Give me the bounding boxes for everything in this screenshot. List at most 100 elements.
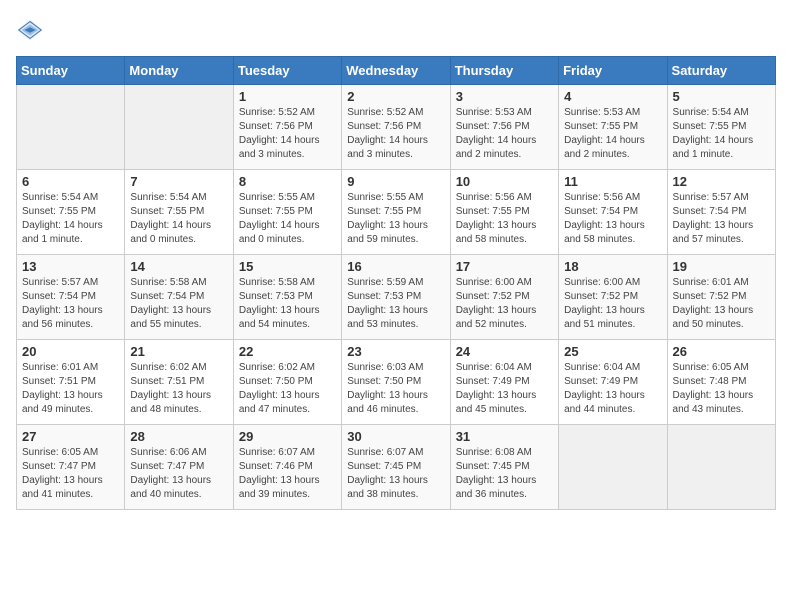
calendar-cell: 18 Sunrise: 6:00 AM Sunset: 7:52 PM Dayli… xyxy=(559,255,667,340)
calendar-cell: 10Sunrise: 5:56 AM Sunset: 7:55 PM Dayli… xyxy=(450,170,558,255)
weekday-header-monday: Monday xyxy=(125,57,233,85)
calendar-cell xyxy=(667,425,775,510)
weekday-header-friday: Friday xyxy=(559,57,667,85)
day-info: Sunrise: 6:05 AM Sunset: 7:48 PM Dayligh… xyxy=(673,361,770,417)
day-info: Sunrise: 6:06 AM Sunset: 7:47 PM Dayligh… xyxy=(130,446,227,502)
day-number: 30 xyxy=(347,429,444,444)
calendar-cell: 12Sunrise: 5:57 AM Sunset: 7:54 PM Dayli… xyxy=(667,170,775,255)
calendar-cell: 11 Sunrise: 5:56 AM Sunset: 7:54 PM Dayli… xyxy=(559,170,667,255)
calendar-cell: 22 Sunrise: 6:02 AM Sunset: 7:50 PM Dayli… xyxy=(233,340,341,425)
calendar-cell: 4 Sunrise: 5:53 AM Sunset: 7:55 PM Daylig… xyxy=(559,85,667,170)
day-number: 19 xyxy=(673,259,770,274)
weekday-row: SundayMondayTuesdayWednesdayThursdayFrid… xyxy=(17,57,776,85)
calendar-header: SundayMondayTuesdayWednesdayThursdayFrid… xyxy=(17,57,776,85)
calendar-cell: 20 Sunrise: 6:01 AM Sunset: 7:51 PM Dayli… xyxy=(17,340,125,425)
logo-icon xyxy=(16,16,44,44)
day-number: 20 xyxy=(22,344,119,359)
calendar-week-4: 20 Sunrise: 6:01 AM Sunset: 7:51 PM Dayli… xyxy=(17,340,776,425)
day-number: 25 xyxy=(564,344,661,359)
calendar-cell: 3 Sunrise: 5:53 AM Sunset: 7:56 PM Daylig… xyxy=(450,85,558,170)
calendar-cell: 17Sunrise: 6:00 AM Sunset: 7:52 PM Dayli… xyxy=(450,255,558,340)
calendar-cell: 7Sunrise: 5:54 AM Sunset: 7:55 PM Daylig… xyxy=(125,170,233,255)
day-info: Sunrise: 6:00 AM Sunset: 7:52 PM Dayligh… xyxy=(564,276,661,332)
logo xyxy=(16,16,48,44)
calendar-cell xyxy=(559,425,667,510)
day-info: Sunrise: 6:02 AM Sunset: 7:51 PM Dayligh… xyxy=(130,361,227,417)
calendar-cell: 5Sunrise: 5:54 AM Sunset: 7:55 PM Daylig… xyxy=(667,85,775,170)
calendar-week-3: 13Sunrise: 5:57 AM Sunset: 7:54 PM Dayli… xyxy=(17,255,776,340)
day-info: Sunrise: 5:54 AM Sunset: 7:55 PM Dayligh… xyxy=(22,191,119,247)
calendar-cell: 16Sunrise: 5:59 AM Sunset: 7:53 PM Dayli… xyxy=(342,255,450,340)
day-number: 21 xyxy=(130,344,227,359)
day-info: Sunrise: 6:04 AM Sunset: 7:49 PM Dayligh… xyxy=(456,361,553,417)
day-number: 4 xyxy=(564,89,661,104)
calendar-week-2: 6 Sunrise: 5:54 AM Sunset: 7:55 PM Daylig… xyxy=(17,170,776,255)
weekday-header-sunday: Sunday xyxy=(17,57,125,85)
day-info: Sunrise: 6:07 AM Sunset: 7:45 PM Dayligh… xyxy=(347,446,444,502)
day-info: Sunrise: 5:55 AM Sunset: 7:55 PM Dayligh… xyxy=(347,191,444,247)
calendar-cell: 23 Sunrise: 6:03 AM Sunset: 7:50 PM Dayli… xyxy=(342,340,450,425)
day-number: 31 xyxy=(456,429,553,444)
day-number: 28 xyxy=(130,429,227,444)
calendar-cell: 1 Sunrise: 5:52 AM Sunset: 7:56 PM Daylig… xyxy=(233,85,341,170)
calendar-cell: 13Sunrise: 5:57 AM Sunset: 7:54 PM Dayli… xyxy=(17,255,125,340)
calendar-cell: 15 Sunrise: 5:58 AM Sunset: 7:53 PM Dayli… xyxy=(233,255,341,340)
day-info: Sunrise: 5:58 AM Sunset: 7:53 PM Dayligh… xyxy=(239,276,336,332)
day-number: 6 xyxy=(22,174,119,189)
weekday-header-thursday: Thursday xyxy=(450,57,558,85)
calendar-cell: 6 Sunrise: 5:54 AM Sunset: 7:55 PM Daylig… xyxy=(17,170,125,255)
calendar-cell: 9 Sunrise: 5:55 AM Sunset: 7:55 PM Daylig… xyxy=(342,170,450,255)
calendar-cell: 2Sunrise: 5:52 AM Sunset: 7:56 PM Daylig… xyxy=(342,85,450,170)
day-number: 1 xyxy=(239,89,336,104)
day-number: 8 xyxy=(239,174,336,189)
day-number: 11 xyxy=(564,174,661,189)
day-info: Sunrise: 6:07 AM Sunset: 7:46 PM Dayligh… xyxy=(239,446,336,502)
day-number: 23 xyxy=(347,344,444,359)
day-number: 14 xyxy=(130,259,227,274)
day-info: Sunrise: 5:53 AM Sunset: 7:55 PM Dayligh… xyxy=(564,106,661,162)
day-info: Sunrise: 5:59 AM Sunset: 7:53 PM Dayligh… xyxy=(347,276,444,332)
calendar-cell: 31 Sunrise: 6:08 AM Sunset: 7:45 PM Dayli… xyxy=(450,425,558,510)
weekday-header-tuesday: Tuesday xyxy=(233,57,341,85)
calendar-cell: 28 Sunrise: 6:06 AM Sunset: 7:47 PM Dayli… xyxy=(125,425,233,510)
calendar-week-1: 1 Sunrise: 5:52 AM Sunset: 7:56 PM Daylig… xyxy=(17,85,776,170)
day-number: 18 xyxy=(564,259,661,274)
day-info: Sunrise: 6:00 AM Sunset: 7:52 PM Dayligh… xyxy=(456,276,553,332)
calendar-cell: 21 Sunrise: 6:02 AM Sunset: 7:51 PM Dayli… xyxy=(125,340,233,425)
day-info: Sunrise: 6:02 AM Sunset: 7:50 PM Dayligh… xyxy=(239,361,336,417)
day-info: Sunrise: 5:56 AM Sunset: 7:54 PM Dayligh… xyxy=(564,191,661,247)
day-number: 27 xyxy=(22,429,119,444)
day-info: Sunrise: 5:57 AM Sunset: 7:54 PM Dayligh… xyxy=(673,191,770,247)
day-number: 15 xyxy=(239,259,336,274)
day-number: 26 xyxy=(673,344,770,359)
calendar-cell xyxy=(125,85,233,170)
calendar-cell: 26 Sunrise: 6:05 AM Sunset: 7:48 PM Dayli… xyxy=(667,340,775,425)
weekday-header-wednesday: Wednesday xyxy=(342,57,450,85)
day-number: 9 xyxy=(347,174,444,189)
day-info: Sunrise: 5:54 AM Sunset: 7:55 PM Dayligh… xyxy=(673,106,770,162)
day-number: 3 xyxy=(456,89,553,104)
calendar-cell xyxy=(17,85,125,170)
day-info: Sunrise: 5:52 AM Sunset: 7:56 PM Dayligh… xyxy=(347,106,444,162)
day-number: 24 xyxy=(456,344,553,359)
day-info: Sunrise: 6:08 AM Sunset: 7:45 PM Dayligh… xyxy=(456,446,553,502)
day-info: Sunrise: 6:04 AM Sunset: 7:49 PM Dayligh… xyxy=(564,361,661,417)
calendar-cell: 8 Sunrise: 5:55 AM Sunset: 7:55 PM Daylig… xyxy=(233,170,341,255)
calendar-table: SundayMondayTuesdayWednesdayThursdayFrid… xyxy=(16,56,776,510)
calendar-cell: 29Sunrise: 6:07 AM Sunset: 7:46 PM Dayli… xyxy=(233,425,341,510)
calendar-cell: 19 Sunrise: 6:01 AM Sunset: 7:52 PM Dayli… xyxy=(667,255,775,340)
page-header xyxy=(16,16,776,44)
weekday-header-saturday: Saturday xyxy=(667,57,775,85)
day-info: Sunrise: 5:57 AM Sunset: 7:54 PM Dayligh… xyxy=(22,276,119,332)
day-info: Sunrise: 6:01 AM Sunset: 7:52 PM Dayligh… xyxy=(673,276,770,332)
day-info: Sunrise: 5:52 AM Sunset: 7:56 PM Dayligh… xyxy=(239,106,336,162)
day-info: Sunrise: 6:05 AM Sunset: 7:47 PM Dayligh… xyxy=(22,446,119,502)
day-info: Sunrise: 6:01 AM Sunset: 7:51 PM Dayligh… xyxy=(22,361,119,417)
calendar-cell: 14Sunrise: 5:58 AM Sunset: 7:54 PM Dayli… xyxy=(125,255,233,340)
day-info: Sunrise: 5:53 AM Sunset: 7:56 PM Dayligh… xyxy=(456,106,553,162)
day-info: Sunrise: 5:56 AM Sunset: 7:55 PM Dayligh… xyxy=(456,191,553,247)
day-info: Sunrise: 5:55 AM Sunset: 7:55 PM Dayligh… xyxy=(239,191,336,247)
day-number: 22 xyxy=(239,344,336,359)
calendar-cell: 25 Sunrise: 6:04 AM Sunset: 7:49 PM Dayli… xyxy=(559,340,667,425)
day-info: Sunrise: 6:03 AM Sunset: 7:50 PM Dayligh… xyxy=(347,361,444,417)
